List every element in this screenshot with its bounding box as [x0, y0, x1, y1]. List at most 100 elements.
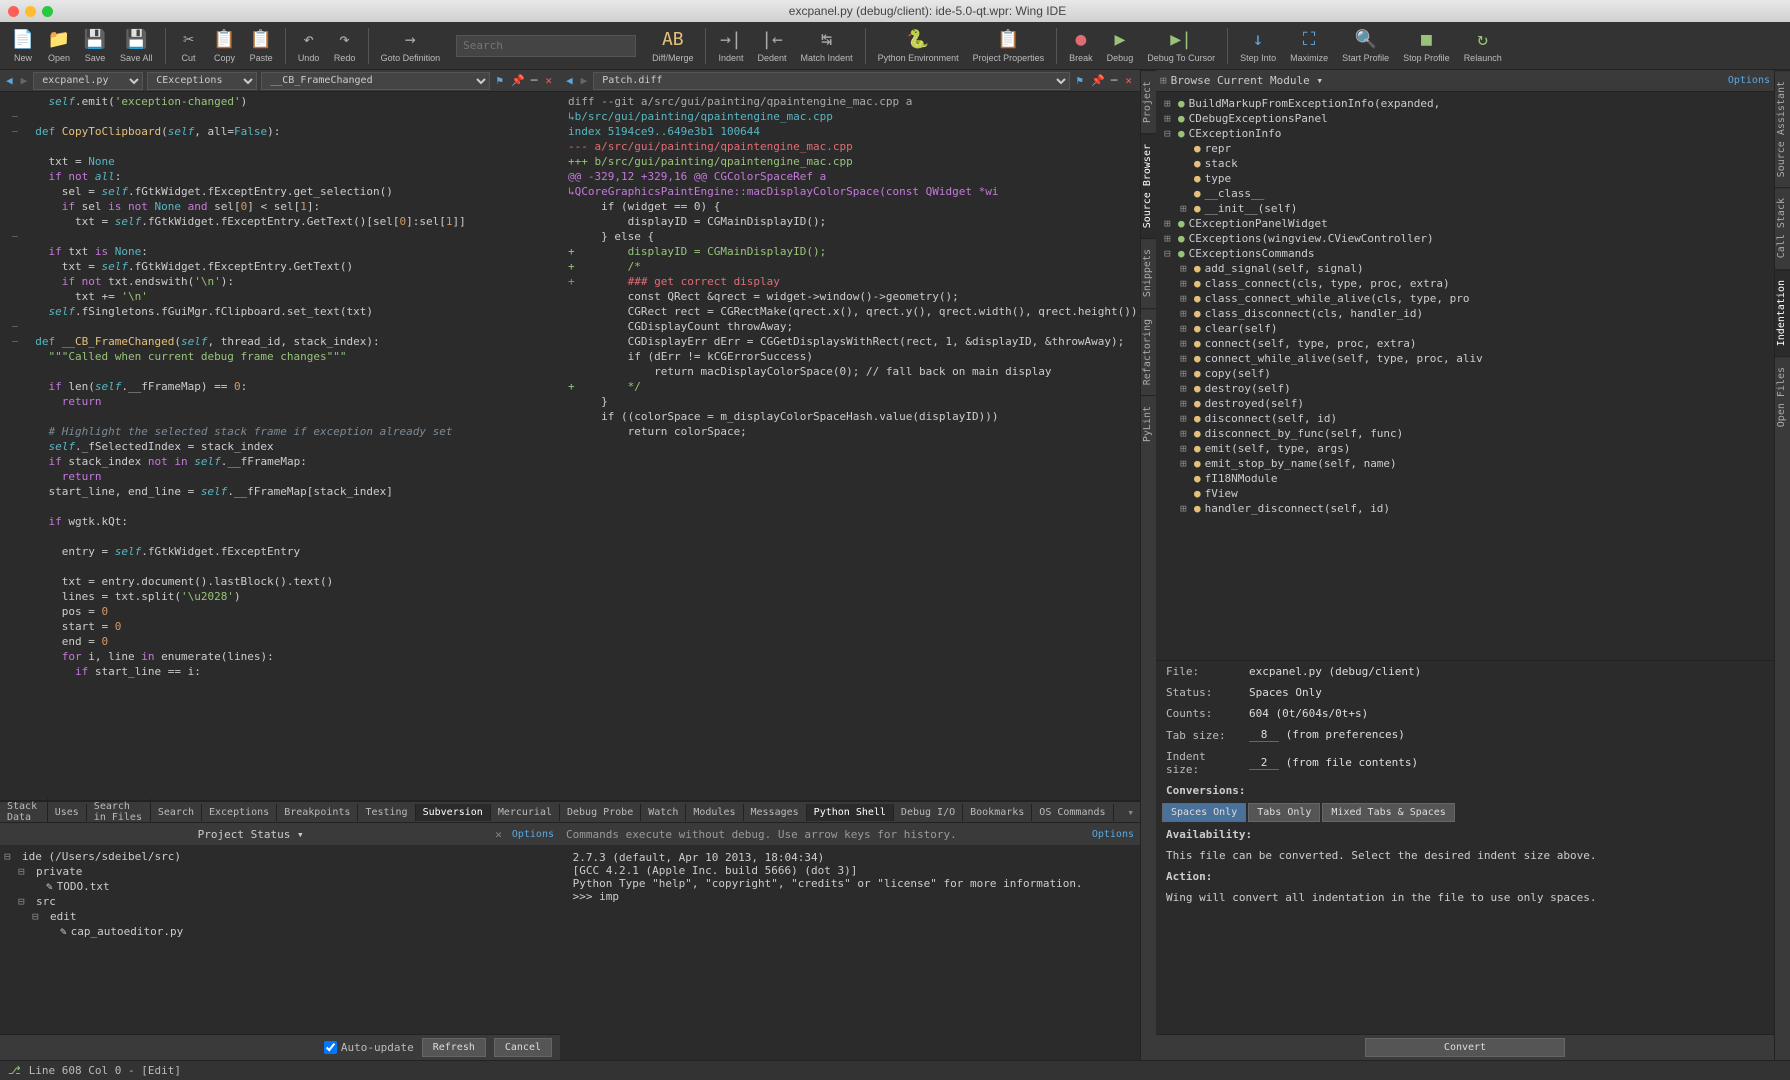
conv-spaces-only[interactable]: Spaces Only: [1162, 803, 1246, 822]
source-browser-item[interactable]: ⊞●emit_stop_by_name(self, name): [1160, 456, 1770, 471]
panel-menu-icon[interactable]: ▾: [1121, 806, 1140, 819]
tab-exceptions[interactable]: Exceptions: [202, 804, 277, 821]
tree-item[interactable]: ✎cap_autoeditor.py: [4, 924, 556, 939]
tab-debug-i/o[interactable]: Debug I/O: [894, 804, 963, 821]
tab-modules[interactable]: Modules: [686, 804, 743, 821]
stop-profile-button[interactable]: ■Stop Profile: [1397, 24, 1456, 68]
tab-messages[interactable]: Messages: [744, 804, 807, 821]
paste-button[interactable]: 📋Paste: [244, 24, 279, 68]
source-browser-item[interactable]: ⊞●disconnect(self, id): [1160, 411, 1770, 426]
redo-button[interactable]: ↷Redo: [328, 24, 362, 68]
save-all-button[interactable]: 💾Save All: [114, 24, 159, 68]
class-selector[interactable]: CExceptions: [147, 72, 257, 90]
vcs-icon[interactable]: ⎇: [8, 1064, 21, 1077]
relaunch-button[interactable]: ↻Relaunch: [1458, 24, 1508, 68]
vtab-open-files[interactable]: Open Files: [1775, 356, 1790, 437]
tab-stack-data[interactable]: Stack Data: [0, 798, 48, 826]
open-button[interactable]: 📁Open: [42, 24, 76, 68]
debug-to-cursor-button[interactable]: ▶|Debug To Cursor: [1141, 24, 1221, 68]
start-profile-button[interactable]: 🔍Start Profile: [1336, 24, 1395, 68]
bookmark-icon[interactable]: ⚑: [494, 74, 505, 87]
source-browser-item[interactable]: ⊞●CExceptions(wingview.CViewController): [1160, 231, 1770, 246]
conv-tabs-only[interactable]: Tabs Only: [1248, 803, 1320, 822]
file-selector[interactable]: Patch.diff: [593, 72, 1070, 90]
tab-subversion[interactable]: Subversion: [416, 804, 491, 821]
tree-item[interactable]: ⊟ide (/Users/sdeibel/src): [4, 849, 556, 864]
project-status-dropdown[interactable]: Project Status ▾: [6, 828, 495, 841]
pin-icon[interactable]: 📌: [509, 74, 527, 87]
source-browser-item[interactable]: ⊞●connect(self, type, proc, extra): [1160, 336, 1770, 351]
vtab-pylint[interactable]: PyLint: [1141, 395, 1156, 452]
source-browser-item[interactable]: ⊟●CExceptionsCommands: [1160, 246, 1770, 261]
nav-fwd-icon[interactable]: ▶: [579, 74, 590, 87]
break-button[interactable]: ●Break: [1063, 24, 1099, 68]
tree-item[interactable]: ⊟edit: [4, 909, 556, 924]
auto-update-checkbox[interactable]: Auto-update: [324, 1041, 414, 1054]
source-browser-item[interactable]: ⊞●emit(self, type, args): [1160, 441, 1770, 456]
code-editor-diff[interactable]: diff --git a/src/gui/painting/qpaintengi…: [560, 92, 1140, 800]
source-browser-item[interactable]: ⊞●class_connect_while_alive(cls, type, p…: [1160, 291, 1770, 306]
diff/merge-button[interactable]: ABDiff/Merge: [646, 24, 699, 68]
source-browser-item[interactable]: ⊞●disconnect_by_func(self, func): [1160, 426, 1770, 441]
close-icon[interactable]: ✕: [541, 74, 556, 87]
bookmark-icon[interactable]: ⚑: [1074, 74, 1085, 87]
source-browser-item[interactable]: ⊞●clear(self): [1160, 321, 1770, 336]
debug-button[interactable]: ▶Debug: [1101, 24, 1140, 68]
tab-uses[interactable]: Uses: [48, 804, 87, 821]
undo-button[interactable]: ↶Undo: [292, 24, 326, 68]
source-browser-item[interactable]: ⊟●CExceptionInfo: [1160, 126, 1770, 141]
nav-fwd-icon[interactable]: ▶: [19, 74, 30, 87]
source-browser-item[interactable]: ●__class__: [1160, 186, 1770, 201]
source-browser-item[interactable]: ⊞●class_disconnect(cls, handler_id): [1160, 306, 1770, 321]
indent-button[interactable]: →|Indent: [712, 24, 749, 68]
method-selector[interactable]: __CB_FrameChanged: [261, 72, 490, 90]
source-browser-item[interactable]: ⊞●__init__(self): [1160, 201, 1770, 216]
copy-button[interactable]: 📋Copy: [208, 24, 242, 68]
close-icon[interactable]: ✕: [1121, 74, 1136, 87]
minimize-icon[interactable]: ━: [1111, 74, 1118, 87]
source-browser-item[interactable]: ⊞●CExceptionPanelWidget: [1160, 216, 1770, 231]
source-browser-tree[interactable]: ⊞●BuildMarkupFromExceptionInfo(expanded,…: [1156, 92, 1774, 660]
tab-watch[interactable]: Watch: [641, 804, 686, 821]
browse-module-dropdown[interactable]: Browse Current Module ▾: [1171, 74, 1724, 87]
source-browser-item[interactable]: ⊞●destroy(self): [1160, 381, 1770, 396]
nav-back-icon[interactable]: ◀: [564, 74, 575, 87]
source-browser-item[interactable]: ●fI18NModule: [1160, 471, 1770, 486]
tab-mercurial[interactable]: Mercurial: [491, 804, 560, 821]
refresh-button[interactable]: Refresh: [422, 1038, 486, 1057]
source-browser-item[interactable]: ⊞●copy(self): [1160, 366, 1770, 381]
source-browser-item[interactable]: ⊞●handler_disconnect(self, id): [1160, 501, 1770, 516]
python-environment-button[interactable]: 🐍Python Environment: [872, 24, 965, 68]
project-properties-button[interactable]: 📋Project Properties: [967, 24, 1051, 68]
tab-python-shell[interactable]: Python Shell: [807, 804, 894, 821]
tab-breakpoints[interactable]: Breakpoints: [277, 804, 358, 821]
tab-os-commands[interactable]: OS Commands: [1032, 804, 1113, 821]
vtab-project[interactable]: Project: [1141, 70, 1156, 133]
file-selector[interactable]: excpanel.py: [33, 72, 143, 90]
cut-button[interactable]: ✂Cut: [172, 24, 206, 68]
vtab-call-stack[interactable]: Call Stack: [1775, 187, 1790, 268]
goto-definition-button[interactable]: →Goto Definition: [375, 24, 447, 68]
options-link[interactable]: Options: [512, 829, 554, 840]
options-link[interactable]: Options: [1728, 75, 1770, 86]
vtab-snippets[interactable]: Snippets: [1141, 238, 1156, 307]
tab-search-in-files[interactable]: Search in Files: [87, 798, 151, 826]
pin-icon[interactable]: 📌: [1089, 74, 1107, 87]
tree-item[interactable]: ⊟src: [4, 894, 556, 909]
source-browser-item[interactable]: ●repr: [1160, 141, 1770, 156]
tabsize-input[interactable]: [1249, 728, 1279, 742]
source-browser-item[interactable]: ⊞●connect_while_alive(self, type, proc, …: [1160, 351, 1770, 366]
zoom-window-button[interactable]: [42, 6, 53, 17]
source-browser-item[interactable]: ⊞●add_signal(self, signal): [1160, 261, 1770, 276]
tree-item[interactable]: ⊟private: [4, 864, 556, 879]
code-editor-left[interactable]: self.emit('exception-changed') − − def C…: [0, 92, 560, 800]
tab-search[interactable]: Search: [151, 804, 202, 821]
convert-button[interactable]: Convert: [1365, 1038, 1565, 1057]
source-browser-item[interactable]: ⊞●BuildMarkupFromExceptionInfo(expanded,: [1160, 96, 1770, 111]
conv-mixed-tabs-spaces[interactable]: Mixed Tabs & Spaces: [1322, 803, 1454, 822]
vtab-source-browser[interactable]: Source Browser: [1141, 133, 1156, 238]
tab-debug-probe[interactable]: Debug Probe: [560, 804, 641, 821]
tree-item[interactable]: ✎TODO.txt: [4, 879, 556, 894]
save-button[interactable]: 💾Save: [78, 24, 112, 68]
source-browser-item[interactable]: ●fView: [1160, 486, 1770, 501]
